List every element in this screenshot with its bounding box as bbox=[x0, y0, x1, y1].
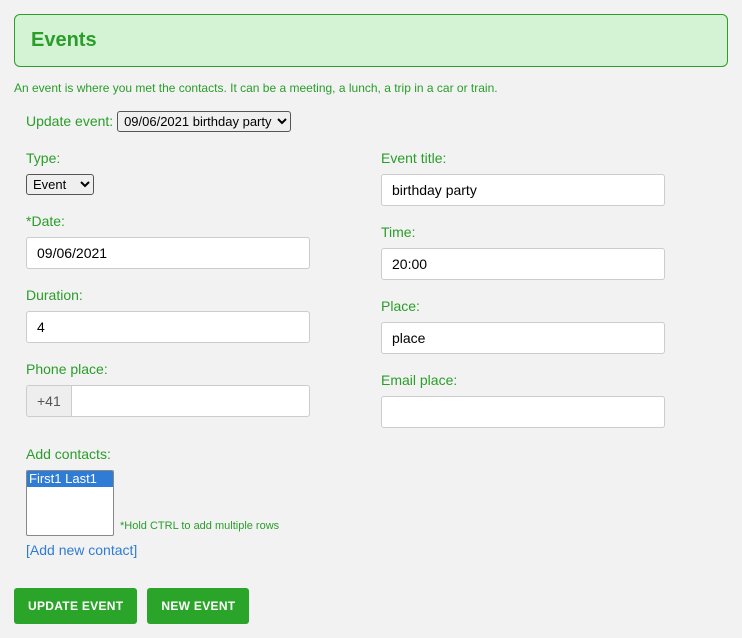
type-select[interactable]: Event bbox=[26, 174, 94, 195]
update-event-label: Update event: bbox=[26, 113, 113, 129]
phone-prefix: +41 bbox=[26, 385, 71, 417]
type-label: Type: bbox=[26, 150, 361, 166]
events-description: An event is where you met the contacts. … bbox=[14, 81, 728, 95]
place-input[interactable] bbox=[381, 322, 665, 354]
time-label: Time: bbox=[381, 224, 716, 240]
date-label: Date: bbox=[26, 213, 361, 229]
add-contacts-label: Add contacts: bbox=[26, 446, 716, 462]
duration-label: Duration: bbox=[26, 287, 361, 303]
date-input[interactable] bbox=[26, 237, 310, 269]
update-event-row: Update event: 09/06/2021 birthday party bbox=[26, 111, 728, 132]
phone-place-input[interactable] bbox=[71, 385, 310, 417]
email-place-input[interactable] bbox=[381, 396, 665, 428]
update-event-button[interactable]: UPDATE EVENT bbox=[14, 588, 137, 624]
contacts-hint: *Hold CTRL to add multiple rows bbox=[120, 520, 279, 536]
page-title: Events bbox=[31, 29, 711, 52]
add-contacts-select[interactable]: First1 Last1 bbox=[26, 470, 114, 536]
phone-place-label: Phone place: bbox=[26, 361, 361, 377]
email-place-label: Email place: bbox=[381, 372, 716, 388]
time-input[interactable] bbox=[381, 248, 665, 280]
event-title-label: Event title: bbox=[381, 150, 716, 166]
new-event-button[interactable]: NEW EVENT bbox=[147, 588, 249, 624]
add-new-contact-link[interactable]: [Add new contact] bbox=[26, 542, 137, 558]
place-label: Place: bbox=[381, 298, 716, 314]
update-event-select[interactable]: 09/06/2021 birthday party bbox=[117, 111, 291, 132]
events-panel-heading: Events bbox=[14, 14, 728, 67]
duration-input[interactable] bbox=[26, 311, 310, 343]
event-title-input[interactable] bbox=[381, 174, 665, 206]
